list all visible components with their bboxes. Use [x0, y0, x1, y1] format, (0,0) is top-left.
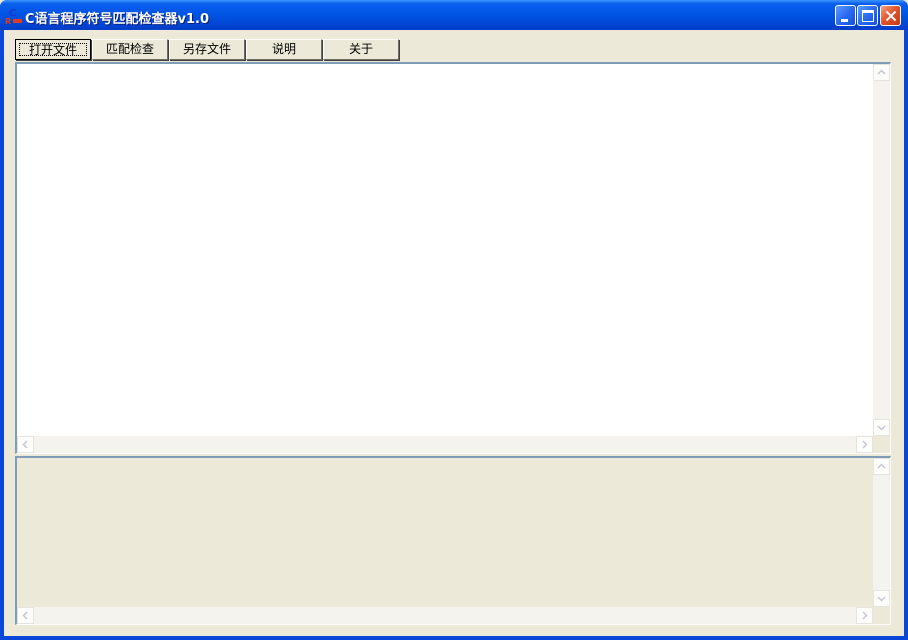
output-horizontal-scrollbar[interactable]	[17, 607, 873, 624]
help-button[interactable]: 说明	[246, 39, 322, 60]
chevron-down-icon	[877, 425, 886, 431]
open-file-label: 打开文件	[19, 43, 87, 56]
editor-scroll-up-button[interactable]	[873, 64, 890, 81]
editor-scroll-left-button[interactable]	[17, 436, 34, 453]
source-editor-text[interactable]	[17, 64, 873, 436]
output-scroll-corner	[873, 607, 890, 624]
output-scroll-down-button[interactable]	[873, 590, 890, 607]
close-button[interactable]	[880, 5, 901, 26]
result-output-text[interactable]	[17, 458, 873, 607]
editor-horizontal-scrollbar[interactable]	[17, 436, 873, 453]
minimize-icon	[841, 19, 848, 22]
minimize-button[interactable]	[835, 5, 856, 26]
chevron-right-icon	[862, 611, 868, 620]
maximize-button[interactable]	[857, 5, 878, 26]
chevron-up-icon	[877, 69, 886, 75]
svg-text:R: R	[5, 17, 11, 25]
editor-scroll-right-button[interactable]	[856, 436, 873, 453]
chevron-left-icon	[22, 440, 28, 449]
chevron-right-icon	[862, 440, 868, 449]
output-scroll-up-button[interactable]	[873, 458, 890, 475]
output-scroll-left-button[interactable]	[17, 607, 34, 624]
maximize-icon	[862, 10, 874, 22]
window-title: C语言程序符号匹配检查器v1.0	[25, 12, 210, 27]
editor-vertical-scrollbar[interactable]	[873, 64, 890, 436]
close-icon	[885, 10, 897, 22]
match-check-button[interactable]: 匹配检查	[92, 39, 168, 60]
client-area: 打开文件 匹配检查 另存文件 说明 关于	[4, 30, 904, 636]
output-scroll-right-button[interactable]	[856, 607, 873, 624]
chevron-up-icon	[877, 463, 886, 469]
output-vertical-scrollbar[interactable]	[873, 458, 890, 607]
title-bar[interactable]: C R C语言程序符号匹配检查器v1.0	[0, 0, 908, 30]
chevron-down-icon	[877, 596, 886, 602]
source-editor[interactable]	[15, 62, 891, 454]
open-file-button[interactable]: 打开文件	[15, 39, 91, 60]
save-as-button[interactable]: 另存文件	[169, 39, 245, 60]
chevron-left-icon	[22, 611, 28, 620]
editor-scroll-down-button[interactable]	[873, 419, 890, 436]
editor-scroll-corner	[873, 436, 890, 453]
c-language-app-icon: C R	[5, 8, 22, 25]
result-output[interactable]	[15, 456, 891, 625]
app-window: C R C语言程序符号匹配检查器v1.0 打开文件 匹配检查 另存文件 说明 关…	[0, 0, 908, 640]
about-button[interactable]: 关于	[323, 39, 399, 60]
